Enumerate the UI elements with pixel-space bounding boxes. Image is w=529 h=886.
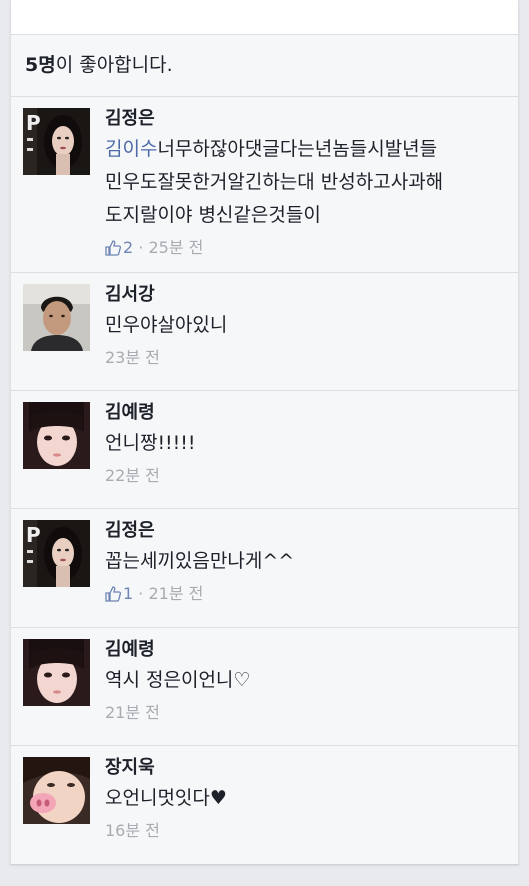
comment-text-line: 너무하잖아댓글다는년놈들시발년들 [157, 138, 438, 160]
like-thumb-icon[interactable] [105, 585, 122, 609]
svg-text:P: P [26, 111, 41, 135]
comment-item: 김예령 언니짱!!!!! 22분 전 [11, 391, 518, 509]
comment-text: 역시 정은이언니♡ [105, 669, 251, 691]
comment-meta: 2 · 25분 전 [105, 236, 508, 263]
likes-suffix: 이 좋아합니다. [55, 54, 173, 76]
likes-summary[interactable]: 5명이 좋아합니다. [11, 35, 518, 97]
comment-author[interactable]: 김정은 [105, 107, 508, 131]
pig-nose-selfie-icon[interactable] [23, 757, 90, 824]
comment-item: 김예령 역시 정은이언니♡ 21분 전 [11, 628, 518, 746]
meta-separator: · [133, 584, 149, 603]
comment-author[interactable]: 김예령 [105, 401, 508, 425]
comment-author[interactable]: 김서강 [105, 283, 508, 307]
comment-meta: 23분 전 [105, 346, 508, 370]
comment-text: 민우야살아있니 [105, 314, 228, 336]
comment-meta: 16분 전 [105, 819, 508, 843]
woman-dark-hair-icon[interactable]: P [23, 108, 90, 175]
comment-like-count[interactable]: 2 [123, 238, 133, 257]
comment-time[interactable]: 25분 전 [148, 238, 203, 257]
likes-count[interactable]: 5명 [25, 54, 56, 76]
comment-text-line: 도지랄이야 병신같은것들이 [105, 204, 321, 226]
comment-text-line: 민우도잘못한거알긴하는대 반성하고사과해 [105, 171, 444, 193]
comment-item: P 김정은 김이수너무하잖아댓글다는년놈들시발년들 민우도잘못한거알긴하는대 반… [11, 97, 518, 273]
comment-text: 오언니멋잇다♥ [105, 787, 227, 809]
meta-separator: · [133, 238, 149, 257]
woman-selfie-icon[interactable] [23, 402, 90, 469]
young-man-icon[interactable] [23, 284, 90, 351]
post-footer-strip [11, 0, 518, 35]
comment-text: 꼽는세끼있음만나게^^ [105, 550, 295, 572]
comment-author[interactable]: 장지욱 [105, 756, 508, 780]
svg-text:P: P [26, 523, 41, 547]
comment-item: P 김정은 꼽는세끼있음만나게^^ 1 · 21분 전 [11, 509, 518, 628]
comment-text: 김이수너무하잖아댓글다는년놈들시발년들 민우도잘못한거알긴하는대 반성하고사과해… [105, 133, 508, 232]
comment-text: 언니짱!!!!! [105, 432, 196, 454]
like-thumb-icon[interactable] [105, 239, 122, 263]
comment-author[interactable]: 김예령 [105, 638, 508, 662]
mention-link[interactable]: 김이수 [105, 138, 157, 160]
comment-meta: 22분 전 [105, 464, 508, 488]
comment-like-count[interactable]: 1 [123, 584, 133, 603]
comments-panel: 5명이 좋아합니다. P 김정은 김이수너무하잖아댓글다는년놈들시발년들 민우도… [10, 0, 519, 865]
woman-selfie-icon[interactable] [23, 639, 90, 706]
woman-dark-hair-icon[interactable]: P [23, 520, 90, 587]
comment-meta: 21분 전 [105, 701, 508, 725]
comment-time[interactable]: 16분 전 [105, 821, 160, 840]
comment-item: 장지욱 오언니멋잇다♥ 16분 전 [11, 746, 518, 863]
comment-time[interactable]: 23분 전 [105, 348, 160, 367]
comment-time[interactable]: 21분 전 [105, 703, 160, 722]
comment-meta: 1 · 21분 전 [105, 582, 508, 609]
comment-time[interactable]: 22분 전 [105, 466, 160, 485]
comment-item: 김서강 민우야살아있니 23분 전 [11, 273, 518, 391]
comment-author[interactable]: 김정은 [105, 519, 508, 543]
comment-time[interactable]: 21분 전 [148, 584, 203, 603]
